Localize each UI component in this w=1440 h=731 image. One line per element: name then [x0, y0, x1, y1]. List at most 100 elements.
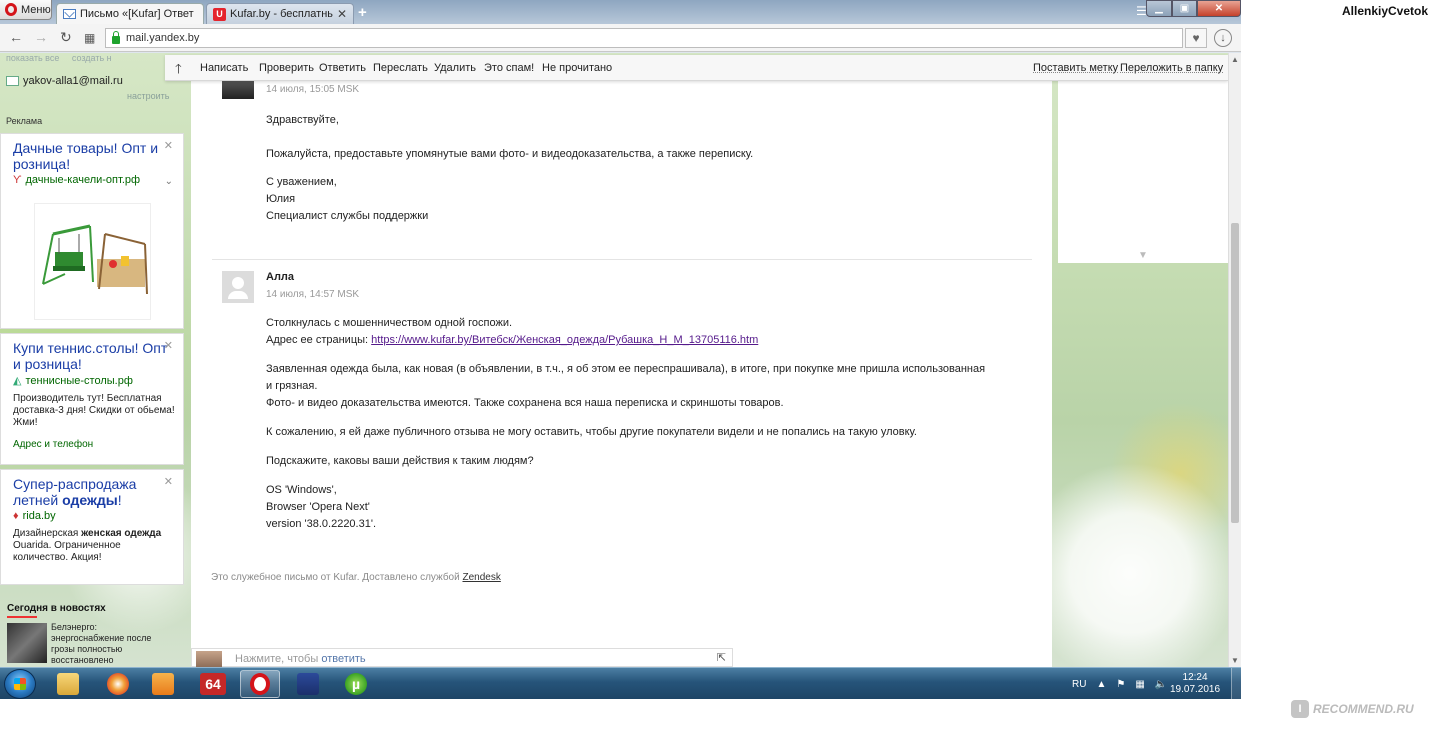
- account-row[interactable]: yakov-alla1@mail.ru: [6, 75, 123, 87]
- downloads-icon[interactable]: ↓: [1214, 29, 1232, 47]
- app-64-icon: 64: [200, 673, 226, 695]
- show-all-link[interactable]: показать все: [6, 53, 59, 63]
- move-to-folder-button[interactable]: Переложить в папку: [1120, 62, 1223, 74]
- scrollbar-thumb[interactable]: [1231, 223, 1239, 523]
- quick-reply-bar[interactable]: Нажмите, чтобы ответить ⇱: [191, 648, 733, 667]
- floppy-save-icon: [297, 673, 319, 695]
- chevron-down-icon[interactable]: ▼: [1138, 250, 1148, 261]
- show-desktop-button[interactable]: [1231, 668, 1241, 699]
- tab-bar: Меню Письмо «[Kufar] Ответ на U Kufar.by…: [0, 0, 1241, 24]
- taskbar-app-ie[interactable]: [98, 670, 138, 698]
- taskbar-app-utorrent[interactable]: µ: [336, 670, 376, 698]
- minimize-button[interactable]: ▁: [1146, 0, 1172, 17]
- forward-button[interactable]: Переслать: [373, 62, 428, 74]
- bookmark-heart-icon[interactable]: ♥: [1185, 28, 1207, 48]
- ad-domain[interactable]: ♦ rida.by: [13, 510, 175, 522]
- message-line: Подскажите, каковы ваши действия к таким…: [266, 455, 534, 467]
- message-line: С уважением,: [266, 176, 337, 188]
- browser-window: Меню Письмо «[Kufar] Ответ на U Kufar.by…: [0, 0, 1241, 699]
- expand-icon[interactable]: ⇱: [717, 651, 726, 664]
- message-sender[interactable]: Алла: [266, 271, 294, 283]
- folder-icon: [57, 673, 79, 695]
- create-link[interactable]: создать н: [72, 53, 112, 63]
- close-ad-icon[interactable]: ✕: [164, 339, 173, 352]
- right-sidebar-box: [1058, 81, 1228, 263]
- chevron-down-icon[interactable]: ⌄: [165, 176, 173, 187]
- close-ad-icon[interactable]: ✕: [164, 475, 173, 488]
- close-ad-icon[interactable]: ✕: [164, 139, 173, 152]
- taskbar-app-media[interactable]: [143, 670, 183, 698]
- message-line: OS 'Windows',: [266, 484, 337, 496]
- window-controls: ▁ ▣ ✕: [1146, 0, 1241, 17]
- ad-card-tennis[interactable]: Купи теннис.столы! Опт и розница! ✕ ◭ те…: [0, 333, 184, 465]
- news-item-text[interactable]: Белэнерго: энергоснабжение после грозы п…: [51, 622, 161, 666]
- new-tab-button[interactable]: +: [358, 4, 367, 21]
- ad-domain[interactable]: ϒ дачные-качели-опт.рф: [13, 174, 175, 186]
- account-panel: показать все создать н yakov-alla1@mail.…: [0, 53, 190, 115]
- ad-address-link[interactable]: Адрес и телефон: [13, 439, 175, 450]
- forward-arrow-icon[interactable]: →: [34, 29, 48, 45]
- setup-link[interactable]: настроить: [127, 91, 169, 101]
- tab-title: Письмо «[Kufar] Ответ на: [80, 8, 197, 20]
- tab-kufar[interactable]: U Kufar.by - бесплатные об ✕: [206, 3, 354, 24]
- add-label-button[interactable]: Поставить метку: [1033, 62, 1118, 74]
- close-tab-icon[interactable]: ✕: [337, 7, 347, 21]
- tray-expand-icon[interactable]: ▲: [1096, 679, 1106, 690]
- ad-title[interactable]: Дачные товары! Опт и розница!: [13, 140, 175, 172]
- taskbar-app-save[interactable]: [288, 670, 328, 698]
- navigation-bar: ← → ↻ ▦ mail.yandex.by ♥ ↓: [0, 24, 1241, 52]
- language-indicator[interactable]: RU: [1072, 679, 1086, 690]
- message-date: 14 июля, 14:57 MSK: [266, 289, 360, 300]
- message-separator: [212, 259, 1032, 260]
- volume-icon[interactable]: 🔈: [1155, 679, 1167, 690]
- account-email: yakov-alla1@mail.ru: [23, 75, 123, 87]
- delete-button[interactable]: Удалить: [434, 62, 476, 74]
- taskbar-app-explorer[interactable]: [48, 670, 88, 698]
- reply-placeholder[interactable]: Нажмите, чтобы ответить: [235, 653, 366, 665]
- taskbar-app-opera[interactable]: [240, 670, 280, 698]
- mark-unread-button[interactable]: Не прочитано: [542, 62, 612, 74]
- zendesk-link[interactable]: Zendesk: [462, 572, 500, 583]
- system-clock[interactable]: 12:24 19.07.2016: [1170, 672, 1220, 696]
- garden-swing-image[interactable]: [34, 203, 151, 320]
- arrow-up-icon[interactable]: 🡑: [175, 60, 182, 82]
- taskbar-app-64[interactable]: 64: [193, 670, 233, 698]
- reload-icon[interactable]: ↻: [60, 29, 72, 46]
- spam-button[interactable]: Это спам!: [484, 62, 534, 74]
- reply-button[interactable]: Ответить: [319, 62, 366, 74]
- utorrent-icon: µ: [345, 673, 367, 695]
- ad-title[interactable]: Купи теннис.столы! Опт и розница!: [13, 340, 175, 372]
- news-heading[interactable]: Сегодня в новостях: [7, 603, 106, 614]
- ad-text-bold: женская одежда: [81, 528, 162, 539]
- kufar-favicon-icon: U: [213, 7, 226, 21]
- recommend-watermark: I RECOMMEND.RU: [1291, 700, 1414, 718]
- avatar: [222, 81, 254, 99]
- start-button-icon[interactable]: [4, 669, 36, 699]
- network-icon[interactable]: ▦: [1135, 679, 1144, 690]
- ad-card-rida[interactable]: Супер-распродажа летней одежды! ✕ ♦ rida…: [0, 469, 184, 585]
- ad-domain[interactable]: ◭ теннисные-столы.рф: [13, 374, 175, 388]
- speed-dial-grid-icon[interactable]: ▦: [84, 31, 95, 45]
- news-thumbnail[interactable]: [7, 623, 47, 663]
- page-scrollbar[interactable]: ▲ ▼: [1228, 53, 1241, 667]
- action-center-flag-icon[interactable]: ⚑: [1116, 679, 1125, 690]
- tab-yandex-mail[interactable]: Письмо «[Kufar] Ответ на: [56, 3, 204, 24]
- ad-title[interactable]: Супер-распродажа летней одежды!: [13, 476, 175, 508]
- check-button[interactable]: Проверить: [259, 62, 314, 74]
- scroll-down-arrow-icon[interactable]: ▼: [1231, 656, 1239, 665]
- ad-title-bold: одежды: [62, 492, 118, 508]
- ads-label: Реклама: [6, 116, 43, 126]
- address-bar[interactable]: mail.yandex.by: [105, 28, 1183, 48]
- message-line: Пожалуйста, предоставьте упомянутые вами…: [266, 148, 754, 160]
- mail-account-icon: [6, 76, 19, 86]
- scroll-up-arrow-icon[interactable]: ▲: [1231, 55, 1239, 64]
- close-window-button[interactable]: ✕: [1197, 0, 1241, 17]
- compose-button[interactable]: Написать: [200, 62, 248, 74]
- ad-domain-text: теннисные-столы.рф: [25, 374, 133, 387]
- opera-menu-button[interactable]: Меню: [0, 0, 52, 20]
- maximize-button[interactable]: ▣: [1172, 0, 1197, 17]
- back-arrow-icon[interactable]: ←: [9, 29, 23, 45]
- swing-icon: ϒ: [13, 174, 22, 186]
- reply-action-link[interactable]: ответить: [321, 653, 365, 665]
- listing-link[interactable]: https://www.kufar.by/Витебск/Женская_оде…: [371, 334, 758, 346]
